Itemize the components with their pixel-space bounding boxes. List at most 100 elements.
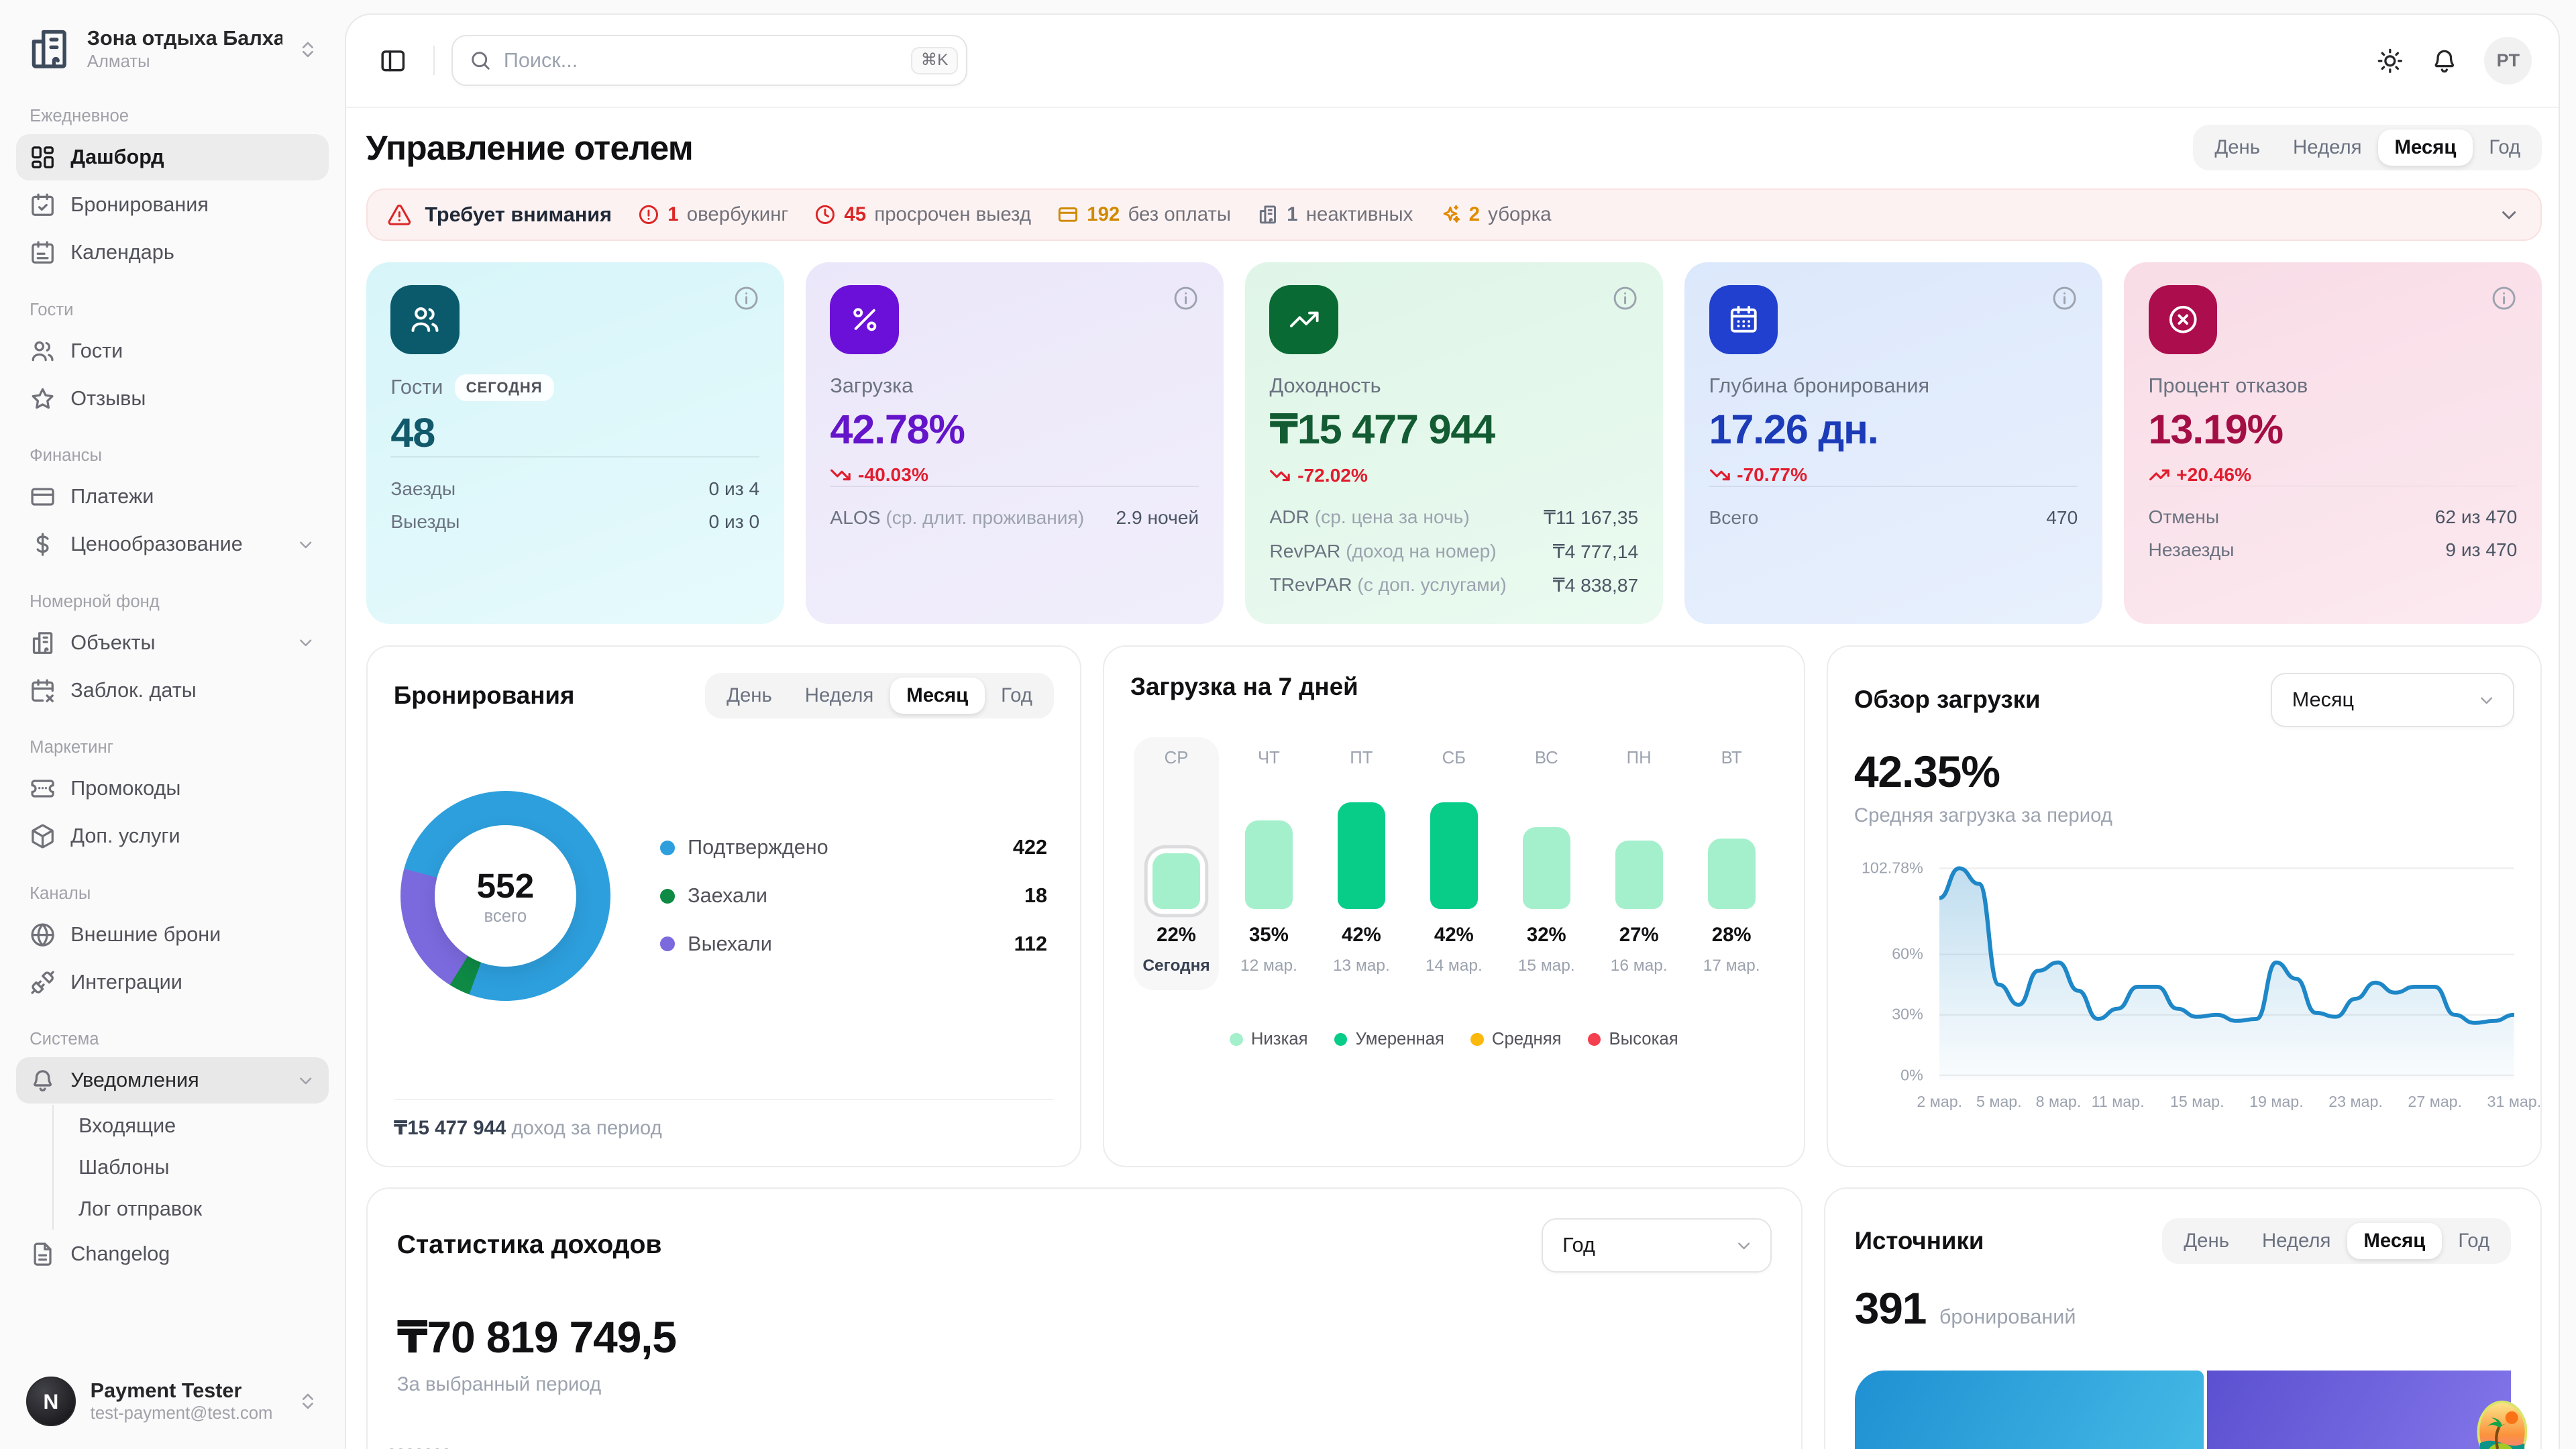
tab-week[interactable]: Неделя	[788, 678, 890, 714]
day-column[interactable]: ВТ 28% 17 мар.	[1688, 737, 1774, 990]
percent-icon	[830, 285, 900, 355]
sidebar-item-pricing[interactable]: Ценообразование	[16, 521, 328, 568]
alert-triangle-icon	[387, 203, 412, 227]
sources-card: Источники День Неделя Месяц Год 391 брон…	[1823, 1187, 2542, 1449]
sidebar-item-inbox[interactable]: Входящие	[72, 1105, 329, 1146]
nav-section-system: Система	[30, 1030, 99, 1049]
info-icon[interactable]	[1173, 285, 1199, 311]
user-menu[interactable]: N Payment Tester test-payment@test.com	[16, 1367, 328, 1436]
sidebar-toggle-button[interactable]	[370, 37, 417, 85]
dashboard-icon	[30, 144, 56, 170]
day-column[interactable]: СР 22% Сегодня	[1133, 737, 1220, 991]
nav-section-daily: Ежедневное	[30, 107, 129, 126]
sidebar-item-extra-services[interactable]: Доп. услуги	[16, 813, 328, 859]
app-window: Зона отдыха Балхаш Алматы Ежедневное Даш…	[0, 0, 2576, 1449]
legend-low: Низкая	[1230, 1030, 1308, 1049]
property-switcher[interactable]: Зона отдыха Балхаш Алматы	[16, 16, 328, 82]
period-select[interactable]: Месяц	[2271, 672, 2514, 727]
kpi-card-cancellations: Процент отказов 13.19% +20.46% Отмены 62 …	[2123, 262, 2542, 624]
sidebar-item-payments[interactable]: Платежи	[16, 474, 328, 520]
sidebar-item-blocked-dates[interactable]: Заблок. даты	[16, 667, 328, 714]
search-input[interactable]	[503, 48, 900, 72]
sidebar-item-bookings[interactable]: Бронирования	[16, 182, 328, 228]
chevrons-up-down-icon	[297, 39, 319, 60]
calendar-x-icon	[30, 678, 56, 704]
theme-toggle-button[interactable]	[2376, 47, 2404, 75]
period-select[interactable]: Год	[1541, 1218, 1772, 1273]
info-icon[interactable]	[2051, 285, 2078, 311]
day-column[interactable]: ПТ 42% 13 мар.	[1319, 737, 1404, 990]
day-column[interactable]: ВС 32% 15 мар.	[1504, 737, 1589, 990]
occupancy-bar[interactable]	[1337, 802, 1385, 910]
globe-icon	[30, 922, 56, 948]
tab-day[interactable]: День	[2198, 129, 2277, 166]
tab-year[interactable]: Год	[985, 678, 1049, 714]
info-icon[interactable]	[733, 285, 759, 311]
tab-day[interactable]: День	[2167, 1223, 2246, 1259]
kpi-title: Доходность	[1269, 374, 1381, 397]
search-box[interactable]: ⌘K	[451, 35, 967, 87]
file-text-icon	[30, 1241, 56, 1267]
legend-item-checked-out: Выехали 112	[659, 932, 1047, 956]
x-axis-tick: 11 мар.	[2091, 1093, 2145, 1111]
tab-month[interactable]: Месяц	[890, 678, 985, 714]
sidebar-nav: Ежедневное Дашборд Бронирования Календар…	[16, 82, 329, 1366]
tab-month[interactable]: Месяц	[2347, 1223, 2442, 1259]
occupancy-bar[interactable]	[1615, 840, 1663, 910]
alert-unpaid[interactable]: 192 без оплаты	[1057, 203, 1231, 226]
tab-week[interactable]: Неделя	[2277, 129, 2378, 166]
attention-alert-bar[interactable]: Требует внимания 1 овербукинг 45 просрочен…	[366, 188, 2542, 241]
info-icon[interactable]	[2491, 285, 2517, 311]
nav-section-finance: Финансы	[30, 446, 102, 466]
occupancy-bar[interactable]	[1430, 802, 1478, 910]
alert-cleaning[interactable]: 2 уборка	[1440, 203, 1552, 226]
kpi-value: 48	[390, 410, 435, 456]
island-sticker-icon	[2477, 1401, 2527, 1449]
kpi-value: ₸15 477 944	[1269, 406, 1495, 452]
topbar-avatar[interactable]: PT	[2484, 36, 2532, 85]
occupancy-bar[interactable]	[1522, 826, 1570, 910]
occupancy-bar[interactable]	[1707, 839, 1756, 910]
bookings-donut-chart[interactable]: 552 всего	[400, 790, 611, 1002]
source-segment[interactable]	[1854, 1371, 2204, 1449]
sidebar-item-notifications[interactable]: Уведомления	[16, 1057, 329, 1104]
tab-day[interactable]: День	[710, 678, 789, 714]
day-column[interactable]: ПН 27% 16 мар.	[1597, 737, 1682, 990]
sidebar-item-send-log[interactable]: Лог отправок	[72, 1188, 329, 1230]
occupancy-bar[interactable]	[1244, 820, 1293, 910]
sparkles-icon	[1440, 204, 1461, 225]
divider	[433, 46, 435, 76]
sidebar-item-promocodes[interactable]: Промокоды	[16, 765, 328, 812]
sidebar-item-dashboard[interactable]: Дашборд	[16, 134, 329, 180]
sidebar-item-calendar[interactable]: Календарь	[16, 229, 328, 276]
sidebar-item-guests[interactable]: Гости	[16, 328, 328, 374]
notifications-bell-button[interactable]	[2430, 47, 2459, 75]
sidebar-item-external-bookings[interactable]: Внешние брони	[16, 912, 328, 958]
day-column[interactable]: ЧТ 35% 12 мар.	[1226, 737, 1311, 990]
info-icon[interactable]	[1612, 285, 1638, 311]
nav-section-guests: Гости	[30, 300, 74, 319]
day-column[interactable]: СБ 42% 14 мар.	[1411, 737, 1497, 990]
trend-up-icon	[2149, 464, 2170, 486]
alert-inactive[interactable]: 1 неактивных	[1257, 203, 1413, 226]
user-email: test-payment@test.com	[90, 1404, 273, 1424]
occupancy-bar[interactable]	[1152, 853, 1201, 910]
chevron-down-icon	[296, 535, 315, 554]
chevron-down-icon[interactable]	[2498, 203, 2520, 226]
tab-year[interactable]: Год	[2473, 129, 2537, 166]
tab-week[interactable]: Неделя	[2245, 1223, 2347, 1259]
credit-card-icon	[1057, 204, 1079, 225]
alert-overbooking[interactable]: 1 овербукинг	[638, 203, 788, 226]
page-title: Управление отелем	[366, 127, 694, 167]
sidebar-item-changelog[interactable]: Changelog	[16, 1232, 328, 1278]
source-segment[interactable]	[2207, 1371, 2511, 1449]
tab-month[interactable]: Месяц	[2378, 129, 2473, 166]
sidebar-item-reviews[interactable]: Отзывы	[16, 376, 328, 422]
alert-overdue-checkout[interactable]: 45 просрочен выезд	[814, 203, 1031, 226]
sidebar-item-integrations[interactable]: Интеграции	[16, 959, 328, 1006]
sidebar-item-templates[interactable]: Шаблоны	[72, 1146, 329, 1188]
bookings-period-tabs: День Неделя Месяц Год	[705, 672, 1054, 719]
sidebar-item-properties[interactable]: Объекты	[16, 620, 328, 666]
tab-year[interactable]: Год	[2442, 1223, 2506, 1259]
kpi-value: 13.19%	[2148, 406, 2284, 452]
